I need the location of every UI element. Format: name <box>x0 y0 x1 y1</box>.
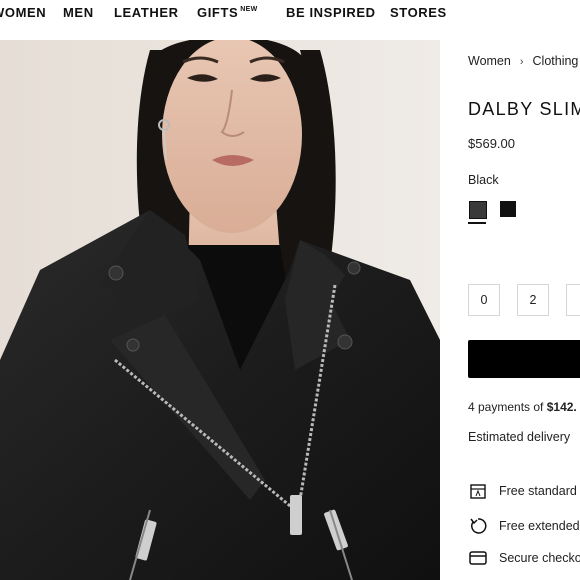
product-photo-illustration <box>0 40 440 580</box>
product-title: DALBY SLIM <box>468 99 580 119</box>
nav-item-gifts[interactable]: GIFTS NEW <box>197 5 258 20</box>
add-to-bag-button[interactable] <box>468 340 580 378</box>
nav-item-leather[interactable]: LEATHER <box>114 5 179 20</box>
installment-payments[interactable]: 4 payments of $142. <box>468 400 577 414</box>
top-navigation: WOMEN MEN LEATHER GIFTSNEW BE INSPIRED S… <box>0 0 580 26</box>
nav-item-women[interactable]: WOMEN <box>0 5 46 20</box>
feature-label: Secure checko <box>499 551 580 565</box>
shipping-box-icon <box>470 484 486 499</box>
color-swatch-black[interactable] <box>500 201 516 217</box>
quantity-option-2[interactable]: 2 <box>517 284 549 316</box>
breadcrumb: Women › Clothing <box>468 54 578 68</box>
selected-swatch-indicator <box>468 222 486 224</box>
nav-item-men[interactable]: MEN <box>63 5 94 20</box>
payments-amount: $142. <box>546 400 577 414</box>
breadcrumb-women[interactable]: Women <box>468 54 511 68</box>
breadcrumb-clothing[interactable]: Clothing <box>533 54 579 68</box>
product-image[interactable] <box>0 40 440 580</box>
product-price: $569.00 <box>468 136 515 151</box>
feature-label: Free standard <box>499 484 577 498</box>
color-swatch-dark-grey[interactable] <box>469 201 487 219</box>
credit-card-icon <box>469 551 487 565</box>
return-arrow-icon <box>470 518 487 534</box>
payments-prefix: 4 payments of <box>468 400 547 414</box>
feature-label: Free extended <box>499 519 580 533</box>
quantity-option-next[interactable] <box>566 284 580 316</box>
quantity-option-0[interactable]: 0 <box>468 284 500 316</box>
nav-item-gifts-label: GIFTS <box>197 5 239 20</box>
color-name: Black <box>468 173 499 187</box>
chevron-right-icon: › <box>519 56 524 68</box>
estimated-delivery: Estimated delivery <box>468 430 571 444</box>
new-badge: NEW <box>240 6 258 13</box>
nav-item-be-inspired[interactable]: BE INSPIRED <box>286 5 376 20</box>
nav-item-stores[interactable]: STORES <box>390 5 447 20</box>
